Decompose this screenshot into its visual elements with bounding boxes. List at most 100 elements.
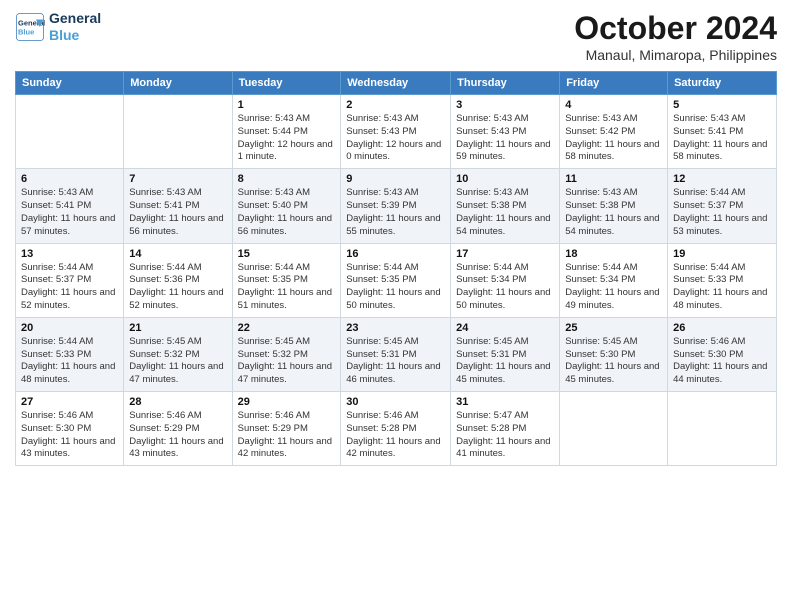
day-info: Sunrise: 5:44 AMSunset: 5:34 PMDaylight:… (456, 262, 554, 313)
day-info: Sunrise: 5:46 AMSunset: 5:30 PMDaylight:… (21, 410, 118, 461)
calendar-cell: 2Sunrise: 5:43 AMSunset: 5:43 PMDaylight… (341, 95, 451, 169)
day-info: Sunrise: 5:43 AMSunset: 5:41 PMDaylight:… (129, 187, 226, 238)
day-number: 13 (21, 248, 118, 260)
day-info: Sunrise: 5:44 AMSunset: 5:33 PMDaylight:… (673, 262, 771, 313)
calendar-week-row: 27 Sunrise: 5:46 AMSunset: 5:30 PMDayligh… (16, 392, 777, 466)
calendar-cell: 21Sunrise: 5:45 AMSunset: 5:32 PMDayligh… (124, 317, 232, 391)
day-info: Sunrise: 5:44 AMSunset: 5:35 PMDaylight:… (238, 262, 336, 313)
day-number: 17 (456, 248, 554, 260)
day-number: 23 (346, 322, 445, 334)
calendar-cell: 31Sunrise: 5:47 AMSunset: 5:28 PMDayligh… (451, 392, 560, 466)
day-number: 30 (346, 396, 445, 408)
day-info: Sunrise: 5:43 AMSunset: 5:39 PMDaylight:… (346, 187, 445, 238)
day-info: Sunrise: 5:44 AMSunset: 5:33 PMDaylight:… (21, 336, 118, 387)
day-info: Sunrise: 5:43 AMSunset: 5:41 PMDaylight:… (21, 187, 118, 238)
day-info: Sunrise: 5:43 AMSunset: 5:44 PMDaylight:… (238, 113, 336, 164)
calendar-cell: 4 Sunrise: 5:43 AMSunset: 5:42 PMDaylight… (560, 95, 668, 169)
day-number: 4 (565, 99, 662, 111)
day-info: Sunrise: 5:44 AMSunset: 5:35 PMDaylight:… (346, 262, 445, 313)
calendar-cell: 22 Sunrise: 5:45 AMSunset: 5:32 PMDayligh… (232, 317, 341, 391)
calendar-cell (124, 95, 232, 169)
day-info: Sunrise: 5:43 AMSunset: 5:41 PMDaylight:… (673, 113, 771, 164)
day-number: 5 (673, 99, 771, 111)
calendar-cell (16, 95, 124, 169)
day-info: Sunrise: 5:45 AMSunset: 5:32 PMDaylight:… (238, 336, 336, 387)
calendar-cell: 7Sunrise: 5:43 AMSunset: 5:41 PMDaylight… (124, 169, 232, 243)
day-number: 24 (456, 322, 554, 334)
calendar-header-friday: Friday (560, 72, 668, 95)
title-block: October 2024 Manaul, Mimaropa, Philippin… (574, 10, 777, 63)
day-number: 11 (565, 173, 662, 185)
calendar-cell: 26 Sunrise: 5:46 AMSunset: 5:30 PMDayligh… (668, 317, 777, 391)
day-info: Sunrise: 5:46 AMSunset: 5:29 PMDaylight:… (129, 410, 226, 461)
day-number: 18 (565, 248, 662, 260)
day-info: Sunrise: 5:44 AMSunset: 5:37 PMDaylight:… (673, 187, 771, 238)
page: General Blue General Blue October 2024 M… (0, 0, 792, 612)
calendar-header-sunday: Sunday (16, 72, 124, 95)
calendar-cell: 20 Sunrise: 5:44 AMSunset: 5:33 PMDayligh… (16, 317, 124, 391)
day-number: 16 (346, 248, 445, 260)
calendar-cell: 15 Sunrise: 5:44 AMSunset: 5:35 PMDayligh… (232, 243, 341, 317)
day-number: 2 (346, 99, 445, 111)
calendar-cell: 12 Sunrise: 5:44 AMSunset: 5:37 PMDayligh… (668, 169, 777, 243)
calendar-cell: 17 Sunrise: 5:44 AMSunset: 5:34 PMDayligh… (451, 243, 560, 317)
day-number: 9 (346, 173, 445, 185)
calendar-cell: 1 Sunrise: 5:43 AMSunset: 5:44 PMDaylight… (232, 95, 341, 169)
calendar-cell: 18 Sunrise: 5:44 AMSunset: 5:34 PMDayligh… (560, 243, 668, 317)
calendar-cell: 6 Sunrise: 5:43 AMSunset: 5:41 PMDaylight… (16, 169, 124, 243)
day-info: Sunrise: 5:46 AMSunset: 5:29 PMDaylight:… (238, 410, 336, 461)
day-number: 26 (673, 322, 771, 334)
calendar-cell (560, 392, 668, 466)
day-info: Sunrise: 5:43 AMSunset: 5:40 PMDaylight:… (238, 187, 336, 238)
calendar-header-thursday: Thursday (451, 72, 560, 95)
day-info: Sunrise: 5:46 AMSunset: 5:30 PMDaylight:… (673, 336, 771, 387)
calendar-week-row: 1 Sunrise: 5:43 AMSunset: 5:44 PMDaylight… (16, 95, 777, 169)
day-number: 1 (238, 99, 336, 111)
calendar-cell: 23 Sunrise: 5:45 AMSunset: 5:31 PMDayligh… (341, 317, 451, 391)
day-info: Sunrise: 5:45 AMSunset: 5:31 PMDaylight:… (346, 336, 445, 387)
day-info: Sunrise: 5:44 AMSunset: 5:36 PMDaylight:… (129, 262, 226, 313)
logo-line1: General (49, 10, 101, 27)
calendar-cell: 28 Sunrise: 5:46 AMSunset: 5:29 PMDayligh… (124, 392, 232, 466)
calendar-cell: 11 Sunrise: 5:43 AMSunset: 5:38 PMDayligh… (560, 169, 668, 243)
day-number: 31 (456, 396, 554, 408)
day-number: 20 (21, 322, 118, 334)
calendar-cell: 29 Sunrise: 5:46 AMSunset: 5:29 PMDayligh… (232, 392, 341, 466)
day-info: Sunrise: 5:43 AMSunset: 5:42 PMDaylight:… (565, 113, 662, 164)
day-number: 28 (129, 396, 226, 408)
day-number: 22 (238, 322, 336, 334)
day-number: 27 (21, 396, 118, 408)
logo-line2: Blue (49, 27, 101, 44)
logo: General Blue General Blue (15, 10, 101, 44)
logo-text: General Blue (49, 10, 101, 44)
calendar-cell: 9 Sunrise: 5:43 AMSunset: 5:39 PMDaylight… (341, 169, 451, 243)
svg-text:Blue: Blue (18, 27, 34, 36)
day-number: 15 (238, 248, 336, 260)
calendar-header-wednesday: Wednesday (341, 72, 451, 95)
day-number: 25 (565, 322, 662, 334)
calendar-cell: 3Sunrise: 5:43 AMSunset: 5:43 PMDaylight… (451, 95, 560, 169)
calendar-cell: 16 Sunrise: 5:44 AMSunset: 5:35 PMDayligh… (341, 243, 451, 317)
day-info: Sunrise: 5:44 AMSunset: 5:34 PMDaylight:… (565, 262, 662, 313)
day-number: 29 (238, 396, 336, 408)
day-info: Sunrise: 5:44 AMSunset: 5:37 PMDaylight:… (21, 262, 118, 313)
calendar-header-tuesday: Tuesday (232, 72, 341, 95)
day-number: 12 (673, 173, 771, 185)
calendar-header-monday: Monday (124, 72, 232, 95)
day-info: Sunrise: 5:43 AMSunset: 5:43 PMDaylight:… (456, 113, 554, 164)
location: Manaul, Mimaropa, Philippines (574, 47, 777, 63)
calendar-cell: 10Sunrise: 5:43 AMSunset: 5:38 PMDayligh… (451, 169, 560, 243)
calendar-cell: 14Sunrise: 5:44 AMSunset: 5:36 PMDayligh… (124, 243, 232, 317)
calendar-cell: 8Sunrise: 5:43 AMSunset: 5:40 PMDaylight… (232, 169, 341, 243)
calendar-week-row: 20 Sunrise: 5:44 AMSunset: 5:33 PMDayligh… (16, 317, 777, 391)
month-title: October 2024 (574, 10, 777, 47)
day-info: Sunrise: 5:43 AMSunset: 5:38 PMDaylight:… (565, 187, 662, 238)
day-info: Sunrise: 5:45 AMSunset: 5:31 PMDaylight:… (456, 336, 554, 387)
day-info: Sunrise: 5:45 AMSunset: 5:30 PMDaylight:… (565, 336, 662, 387)
calendar-cell (668, 392, 777, 466)
calendar-cell: 25 Sunrise: 5:45 AMSunset: 5:30 PMDayligh… (560, 317, 668, 391)
day-number: 6 (21, 173, 118, 185)
calendar-header-saturday: Saturday (668, 72, 777, 95)
calendar-cell: 24 Sunrise: 5:45 AMSunset: 5:31 PMDayligh… (451, 317, 560, 391)
header: General Blue General Blue October 2024 M… (15, 10, 777, 63)
